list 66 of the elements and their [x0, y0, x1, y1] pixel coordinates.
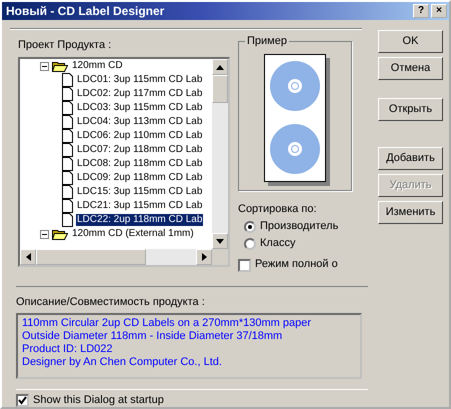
tree-item[interactable]: LDC06: 2up 110mm CD Lab: [76, 130, 204, 142]
document-icon: [62, 199, 73, 214]
preview-title: Пример: [245, 34, 289, 48]
document-icon: [62, 115, 73, 130]
help-button[interactable]: ?: [413, 4, 429, 18]
radio-button[interactable]: [244, 238, 256, 250]
checkbox-label: Режим полной о: [255, 258, 338, 272]
close-button[interactable]: ×: [431, 4, 447, 18]
document-icon: [62, 185, 73, 200]
folder-icon: [52, 228, 68, 240]
add-button[interactable]: Добавить: [378, 146, 443, 170]
cancel-button[interactable]: Отмена: [378, 56, 443, 80]
radio-label: Производитель: [260, 220, 338, 234]
scroll-left-button[interactable]: [20, 249, 36, 266]
document-icon: [62, 101, 73, 116]
folder-icon: [52, 60, 68, 72]
description-line: 110mm Circular 2up CD Labels on a 270mm*130mm paper: [22, 316, 312, 330]
description-line: Designer by An Chen Computer Co., Ltd.: [22, 356, 223, 370]
tree-item[interactable]: LDC07: 2up 118mm CD Lab: [76, 144, 204, 156]
tree-item[interactable]: 120mm CD (External 1mm): [71, 228, 195, 240]
expand-toggle[interactable]: [40, 230, 49, 239]
scroll-thumb[interactable]: [36, 249, 146, 266]
sort-label: Сортировка по:: [238, 202, 318, 216]
scroll-down-button[interactable]: [212, 233, 228, 250]
document-icon: [62, 143, 73, 158]
right-arrow-icon: [202, 253, 206, 262]
down-arrow-icon: [216, 238, 224, 244]
document-icon: [62, 213, 73, 228]
document-icon: [62, 87, 73, 102]
expand-toggle[interactable]: [40, 62, 49, 71]
tree-item[interactable]: LDC21: 3up 115mm CD Lab: [76, 200, 204, 212]
ok-button[interactable]: OK: [378, 30, 443, 53]
document-icon: [62, 73, 73, 88]
radio-label: Классу: [260, 237, 296, 250]
tree-item[interactable]: LDC22: 2up 118mm CD Lab: [76, 214, 204, 226]
tree-item[interactable]: LDC09: 2up 118mm CD Lab: [76, 172, 204, 184]
tree-item[interactable]: LDC01: 3up 115mm CD Lab: [76, 74, 204, 86]
tree-label: Проект Продукта :: [18, 38, 112, 52]
tree-item[interactable]: LDC02: 2up 117mm CD Lab: [76, 88, 204, 100]
checkbox[interactable]: [238, 258, 251, 272]
edit-button[interactable]: Изменить: [378, 200, 443, 224]
tree-item[interactable]: LDC03: 3up 115mm CD Lab: [76, 102, 204, 114]
scroll-thumb[interactable]: [212, 75, 228, 104]
document-icon: [62, 157, 73, 172]
description-label: Описание/Совместимость продукта :: [16, 286, 368, 309]
checkmark-icon: [18, 396, 27, 405]
horizontal-scrollbar[interactable]: [20, 249, 228, 266]
document-icon: [62, 129, 73, 144]
tree-item[interactable]: LDC04: 3up 113mm CD Lab: [76, 116, 204, 128]
document-icon: [62, 171, 73, 186]
tree-item[interactable]: LDC08: 2up 118mm CD Lab: [76, 158, 204, 170]
open-button[interactable]: Открыть: [378, 98, 443, 121]
description-line: Outside Diameter 118mm - Inside Diameter 37/18mm: [22, 330, 284, 344]
scrollbar-corner: [212, 249, 228, 266]
radio-button[interactable]: [244, 220, 256, 233]
left-arrow-icon: [26, 253, 30, 262]
tree-item[interactable]: 120mm CD: [71, 60, 124, 72]
description-line: Product ID: LD022: [22, 343, 114, 356]
vertical-scrollbar[interactable]: [212, 59, 228, 250]
checkbox[interactable]: [16, 394, 29, 407]
checkbox-label: Show this Dialog at startup: [33, 394, 164, 407]
scroll-up-button[interactable]: [212, 59, 228, 76]
tree-item[interactable]: LDC15: 3up 115mm CD Lab: [76, 186, 204, 198]
window-title: Новый - CD Label Designer: [6, 4, 166, 18]
up-arrow-icon: [216, 64, 224, 70]
scroll-right-button[interactable]: [196, 249, 212, 266]
